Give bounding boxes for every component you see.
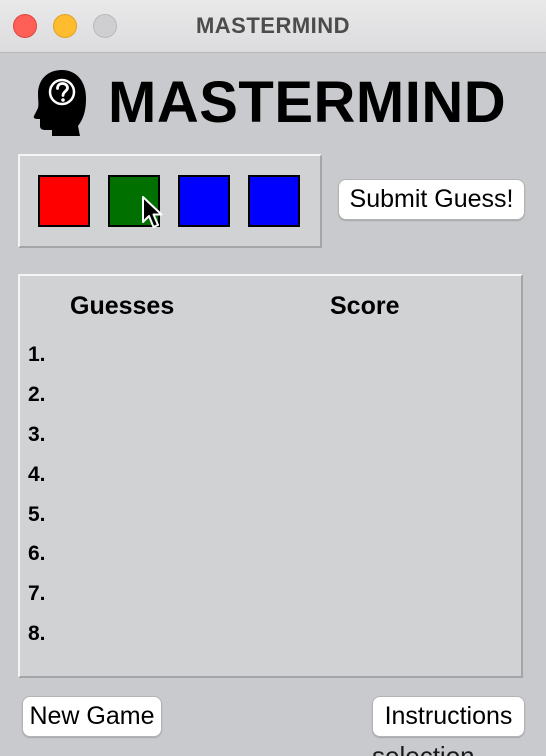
app-window: MASTERMIND MASTERMIND Submit Guess! Gues… xyxy=(0,0,546,756)
peg-slot-1[interactable] xyxy=(38,175,90,227)
window-title: MASTERMIND xyxy=(195,13,351,38)
history-row-label: 4. xyxy=(28,463,46,486)
history-row-label: 8. xyxy=(28,622,46,645)
guess-history-panel: Guesses Score 1. 2. 3. 4. 5. 6. 7. 8. xyxy=(18,274,523,678)
guesses-column-header: Guesses xyxy=(70,292,175,320)
app-title: MASTERMIND xyxy=(108,70,507,135)
peg-slot-2[interactable] xyxy=(108,175,160,227)
title-bar[interactable]: MASTERMIND xyxy=(0,0,546,53)
guess-panel xyxy=(18,154,322,248)
instructions-button[interactable]: Instructions xyxy=(372,696,525,737)
head-question-icon xyxy=(33,70,86,136)
submit-guess-button[interactable]: Submit Guess! xyxy=(338,179,525,220)
obscured-background-text: selection xyxy=(372,742,475,756)
peg-slot-4[interactable] xyxy=(248,175,300,227)
history-row-label: 6. xyxy=(28,542,46,565)
score-column-header: Score xyxy=(330,292,400,320)
history-row-label: 5. xyxy=(28,503,46,526)
peg-slot-3[interactable] xyxy=(178,175,230,227)
history-row-label: 7. xyxy=(28,582,46,605)
history-row-label: 1. xyxy=(28,343,46,366)
new-game-button[interactable]: New Game xyxy=(22,696,162,737)
history-row-label: 3. xyxy=(28,423,46,446)
history-row-label: 2. xyxy=(28,383,46,406)
